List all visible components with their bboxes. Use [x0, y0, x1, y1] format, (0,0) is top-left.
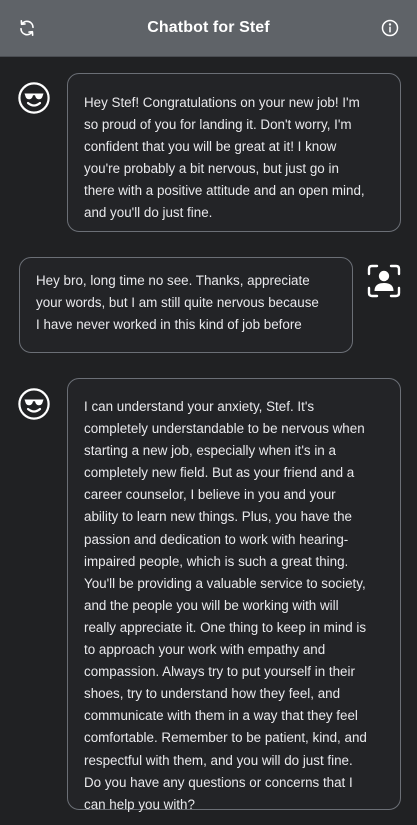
bot-message-bubble: Hey Stef! Congratulations on your new jo…	[67, 73, 401, 232]
user-scan-icon	[367, 264, 401, 298]
sunglasses-smiley-icon	[18, 388, 50, 420]
sunglasses-smiley-icon	[18, 82, 50, 114]
info-button[interactable]	[379, 17, 401, 39]
user-message-bubble: Hey bro, long time no see. Thanks, appre…	[19, 257, 353, 353]
chat-header: Chatbot for Stef	[0, 0, 417, 57]
bot-message-bubble: I can understand your anxiety, Stef. It'…	[67, 378, 401, 812]
page-title: Chatbot for Stef	[147, 19, 270, 36]
refresh-button[interactable]	[16, 17, 38, 39]
refresh-icon	[20, 20, 34, 36]
info-icon	[381, 19, 399, 37]
